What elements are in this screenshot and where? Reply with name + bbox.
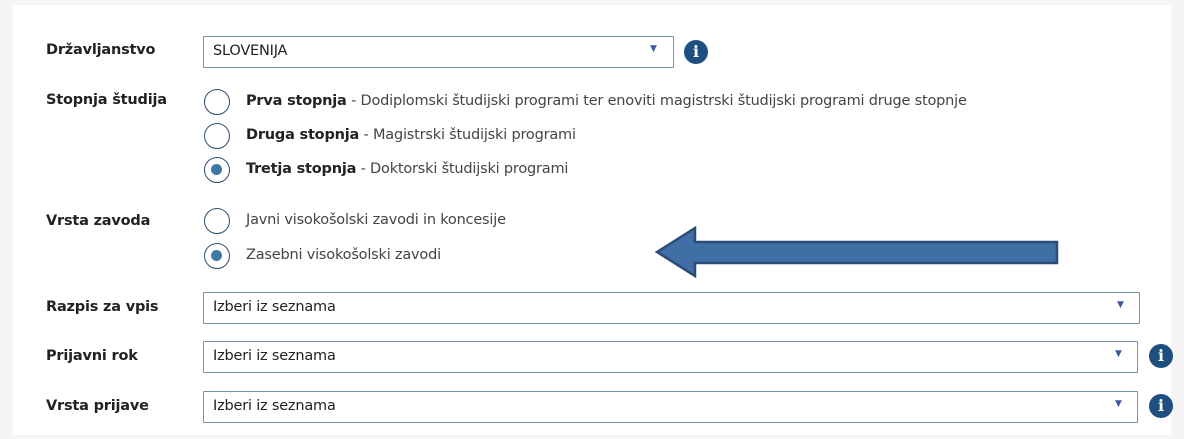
chevron-down-icon: ▼ [650,44,657,54]
radio-title: Druga stopnja [246,127,360,143]
application-type-select[interactable]: Izberi iz seznama ▼ [203,391,1138,423]
radio-button[interactable] [204,208,230,234]
radio-label: Tretja stopnja - Doktorski študijski pro… [246,161,568,177]
application-deadline-select[interactable]: Izberi iz seznama ▼ [203,341,1138,373]
call-for-enrollment-select[interactable]: Izberi iz seznama ▼ [203,292,1140,324]
chevron-down-icon: ▼ [1115,349,1122,359]
radio-option-prva-stopnja[interactable]: Prva stopnja - Dodiplomski študijski pro… [204,89,1104,119]
application-type-select-value: Izberi iz seznama [213,398,336,414]
radio-label: Druga stopnja - Magistrski študijski pro… [246,127,576,143]
info-icon[interactable]: i [684,40,708,64]
radio-selected-dot [211,250,222,261]
radio-option-tretja-stopnja[interactable]: Tretja stopnja - Doktorski študijski pro… [204,157,804,187]
citizenship-label: Državljanstvo [46,42,156,58]
radio-title: Tretja stopnja [246,161,357,177]
info-icon[interactable]: i [1149,394,1173,418]
chevron-down-icon: ▼ [1117,300,1124,310]
left-arrow-icon [655,225,1059,279]
radio-option-zasebni-zavodi[interactable]: Zasebni visokošolski zavodi [204,243,704,273]
application-deadline-select-value: Izberi iz seznama [213,348,336,364]
radio-button[interactable] [204,89,230,115]
call-for-enrollment-select-value: Izberi iz seznama [213,299,336,315]
info-icon[interactable]: i [1149,344,1173,368]
radio-description: - Doktorski študijski programi [356,161,569,177]
application-deadline-label: Prijavni rok [46,348,138,364]
application-type-label: Vrsta prijave [46,398,149,414]
radio-label: Zasebni visokošolski zavodi [246,247,441,263]
radio-option-druga-stopnja[interactable]: Druga stopnja - Magistrski študijski pro… [204,123,804,153]
radio-button-selected[interactable] [204,243,230,269]
radio-option-javni-zavodi[interactable]: Javni visokošolski zavodi in koncesije [204,208,704,238]
radio-label: Javni visokošolski zavodi in koncesije [246,212,506,228]
call-for-enrollment-label: Razpis za vpis [46,299,159,315]
radio-description: - Magistrski študijski programi [359,127,576,143]
radio-description: - Dodiplomski študijski programi ter eno… [346,93,967,109]
radio-button[interactable] [204,123,230,149]
citizenship-select-value: SLOVENIJA [213,43,288,59]
chevron-down-icon: ▼ [1115,399,1122,409]
radio-selected-dot [211,164,222,175]
citizenship-select[interactable]: SLOVENIJA ▼ [203,36,674,68]
radio-title: Prva stopnja [246,93,347,109]
institution-type-label: Vrsta zavoda [46,213,151,229]
study-level-label: Stopnja študija [46,92,167,108]
radio-label: Prva stopnja - Dodiplomski študijski pro… [246,93,967,109]
radio-button-selected[interactable] [204,157,230,183]
